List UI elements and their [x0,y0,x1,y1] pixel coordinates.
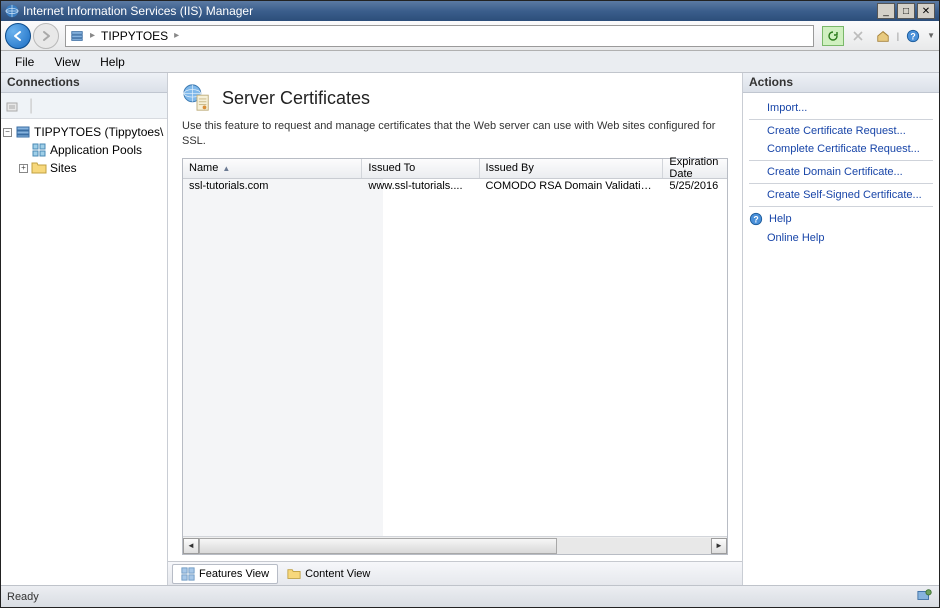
cell-expiration: 5/25/2016 [663,179,727,197]
action-create-request[interactable]: Create Certificate Request... [743,122,939,140]
certificates-grid: Name ▲ Issued To Issued By Expiration Da… [182,158,728,555]
action-complete-request[interactable]: Complete Certificate Request... [743,140,939,158]
cell-issued-to: www.ssl-tutorials.... [362,179,479,197]
tree-label-apppools: Application Pools [50,143,142,157]
grid-body[interactable]: ssl-tutorials.com www.ssl-tutorials.... … [183,179,727,536]
minimize-button[interactable]: _ [877,3,895,19]
toolbar-icons: | ? ▼ [822,26,935,46]
folder-icon [31,160,47,176]
column-header-issued-by[interactable]: Issued By [480,159,664,178]
status-bar: Ready [1,585,939,607]
connections-panel: Connections | − TIPPYTOES (Tippytoes\ Ap… [1,73,168,585]
sort-asc-icon: ▲ [222,164,230,173]
content-area: Connections | − TIPPYTOES (Tippytoes\ Ap… [1,73,939,585]
content-icon [287,567,301,581]
tab-features-view[interactable]: Features View [172,564,278,584]
view-tabs: Features View Content View [168,561,742,585]
expand-icon[interactable]: + [19,164,28,173]
server-icon [70,29,84,43]
chevron-down-icon[interactable]: ▼ [927,31,935,40]
table-row[interactable]: ssl-tutorials.com www.ssl-tutorials.... … [183,179,727,197]
help-icon: ? [749,212,763,226]
app-icon [5,4,19,18]
main-body: Server Certificates Use this feature to … [168,73,742,561]
main-panel: Server Certificates Use this feature to … [168,73,742,585]
cell-issued-by: COMODO RSA Domain Validation... [479,179,663,197]
column-header-name[interactable]: Name ▲ [183,159,362,178]
scroll-left-button[interactable]: ◄ [183,538,199,554]
nav-back-button[interactable] [5,23,31,49]
scroll-thumb[interactable] [199,538,557,554]
help-icon: ? [906,29,920,43]
certificates-icon [182,83,212,113]
grid-header: Name ▲ Issued To Issued By Expiration Da… [183,159,727,179]
connections-toolbar: | [1,93,167,119]
maximize-button[interactable]: □ [897,3,915,19]
status-config-icon[interactable] [917,588,933,605]
page-title: Server Certificates [222,88,370,109]
actions-panel: Actions Import... Create Certificate Req… [742,73,939,585]
tab-content-view[interactable]: Content View [278,564,379,584]
close-button[interactable]: ✕ [917,3,935,19]
help-button[interactable]: ? [902,26,924,46]
action-create-domain-cert[interactable]: Create Domain Certificate... [743,163,939,181]
iis-manager-window: Internet Information Services (IIS) Mana… [0,0,940,608]
stop-button[interactable] [847,26,869,46]
navigation-bar: ▸ TIPPYTOES ▸ | ? ▼ [1,21,939,51]
titlebar: Internet Information Services (IIS) Mana… [1,1,939,21]
connections-tree[interactable]: − TIPPYTOES (Tippytoes\ Application Pool… [1,119,167,585]
breadcrumb-separator: ▸ [90,30,95,41]
scroll-track[interactable] [199,538,711,554]
page-description: Use this feature to request and manage c… [182,119,728,150]
action-online-help[interactable]: Online Help [743,229,939,247]
connect-icon[interactable] [5,98,21,114]
menu-view[interactable]: View [44,53,90,71]
dropdown-sep: | [897,31,899,41]
features-icon [181,567,195,581]
cell-name: ssl-tutorials.com [183,179,362,197]
collapse-icon[interactable]: − [3,128,12,137]
status-text: Ready [7,591,39,603]
tree-node-sites[interactable]: + Sites [3,159,165,177]
refresh-button[interactable] [822,26,844,46]
actions-header: Actions [743,73,939,93]
connections-header: Connections [1,73,167,93]
nav-forward-button[interactable] [33,23,59,49]
tree-label-sites: Sites [50,161,77,175]
server-icon [15,124,31,140]
arrow-right-icon [40,30,52,42]
window-title: Internet Information Services (IIS) Mana… [23,4,875,18]
column-header-expiration[interactable]: Expiration Date [663,159,727,178]
scroll-right-button[interactable]: ► [711,538,727,554]
home-button[interactable] [872,26,894,46]
breadcrumb-bar[interactable]: ▸ TIPPYTOES ▸ [65,25,814,47]
tree-node-server[interactable]: − TIPPYTOES (Tippytoes\ [3,123,165,141]
tree-node-apppools[interactable]: Application Pools [3,141,165,159]
menu-help[interactable]: Help [90,53,135,71]
horizontal-scrollbar[interactable]: ◄ ► [183,536,727,554]
action-import[interactable]: Import... [743,99,939,117]
svg-text:?: ? [910,31,915,41]
home-icon [876,29,890,43]
menu-bar: File View Help [1,51,939,73]
action-create-self-signed[interactable]: Create Self-Signed Certificate... [743,186,939,204]
svg-text:?: ? [753,215,758,225]
apppools-icon [31,142,47,158]
arrow-left-icon [12,30,24,42]
refresh-icon [827,30,839,42]
breadcrumb-separator: ▸ [174,30,179,41]
action-help[interactable]: ? Help [743,209,939,229]
column-header-issued-to[interactable]: Issued To [362,159,479,178]
x-icon [852,30,864,42]
breadcrumb-node[interactable]: TIPPYTOES [101,29,168,43]
menu-file[interactable]: File [5,53,44,71]
tree-label-server: TIPPYTOES (Tippytoes\ [34,125,163,139]
